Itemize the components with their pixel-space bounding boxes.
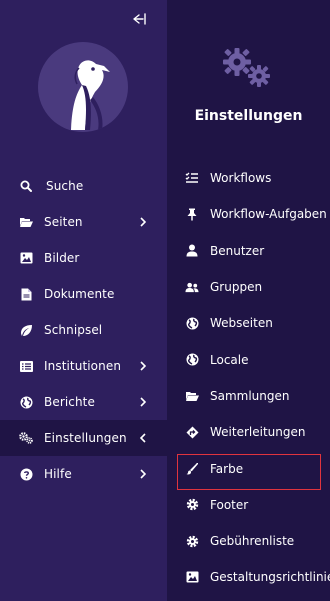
cog-icon <box>185 498 199 512</box>
submenu-item-label: Gruppen <box>210 280 263 295</box>
sidebar-item-label: Hilfe <box>44 467 72 481</box>
chevron-right-icon <box>138 468 148 480</box>
submenu-item-footer[interactable]: Footer <box>167 487 330 523</box>
submenu-item-workflow-aufgaben[interactable]: Workflow-Aufgaben <box>167 196 330 232</box>
document-icon <box>19 287 33 301</box>
submenu-item-label: Farbe <box>210 461 244 476</box>
globe-icon <box>185 353 199 367</box>
submenu-item-locale[interactable]: Locale <box>167 341 330 377</box>
chevron-right-icon <box>138 396 148 408</box>
main-nav: Suche Seiten Bilder Dokumente Schnipsel … <box>0 168 167 492</box>
sidebar-item-berichte[interactable]: Berichte <box>0 384 167 420</box>
submenu-item-benutzer[interactable]: Benutzer <box>167 233 330 269</box>
submenu-item-webseiten[interactable]: Webseiten <box>167 305 330 341</box>
sidebar-item-label: Institutionen <box>44 359 122 373</box>
sidebar-item-label: Einstellungen <box>44 431 127 445</box>
sidebar-item-label: Bilder <box>44 251 80 265</box>
globe-icon <box>19 395 33 409</box>
help-icon <box>19 467 33 481</box>
settings-submenu-list: Workflows Workflow-Aufgaben Benutzer Gru… <box>167 160 330 596</box>
collapse-sidebar-button[interactable] <box>128 10 150 28</box>
search-icon <box>19 179 33 193</box>
sidebar-item-label: Suche <box>46 179 84 193</box>
cogs-icon <box>19 431 33 445</box>
sidebar-item-einstellungen[interactable]: Einstellungen <box>0 420 167 456</box>
brush-icon <box>185 462 199 476</box>
submenu-item-label: Sammlungen <box>210 388 290 403</box>
chevron-right-icon <box>138 216 148 228</box>
submenu-item-gestaltungsrichtlinie[interactable]: Gestaltungsrichtlinie <box>167 559 330 595</box>
sidebar-item-bilder[interactable]: Bilder <box>0 240 167 276</box>
submenu-item-workflows[interactable]: Workflows <box>167 160 330 196</box>
bird-logo-icon <box>71 60 110 130</box>
pin-icon <box>185 207 199 221</box>
submenu-item-label: Workflows <box>210 171 272 186</box>
sidebar-item-label: Berichte <box>44 395 95 409</box>
leaf-icon <box>19 323 33 337</box>
sidebar: Suche Seiten Bilder Dokumente Schnipsel … <box>0 0 167 601</box>
list-icon <box>19 359 33 373</box>
image-icon <box>185 570 199 584</box>
submenu-item-label: Gebührenliste <box>210 534 295 549</box>
image-icon <box>19 251 33 265</box>
cog-icon <box>185 534 199 548</box>
settings-submenu: Einstellungen Workflows Workflow-Aufgabe… <box>167 0 330 601</box>
submenu-item-label: Weiterleitungen <box>210 425 306 440</box>
sidebar-item-seiten[interactable]: Seiten <box>0 204 167 240</box>
chevron-right-icon <box>138 360 148 372</box>
sidebar-item-label: Seiten <box>44 215 83 229</box>
collapse-icon <box>133 13 146 25</box>
submenu-item-label: Benutzer <box>210 243 265 258</box>
sidebar-item-hilfe[interactable]: Hilfe <box>0 456 167 492</box>
globe-icon <box>185 316 199 330</box>
logo[interactable] <box>38 42 128 132</box>
folder-open-icon <box>19 215 33 229</box>
panel-title: Einstellungen <box>194 108 303 124</box>
folder-open-icon <box>185 389 199 403</box>
sidebar-item-label: Dokumente <box>44 287 115 301</box>
submenu-item-farbe[interactable]: Farbe <box>167 450 330 486</box>
chevron-left-icon <box>138 432 148 444</box>
submenu-item-sammlungen[interactable]: Sammlungen <box>167 378 330 414</box>
submenu-item-label: Footer <box>210 497 249 512</box>
submenu-item-label: Workflow-Aufgaben <box>210 207 327 222</box>
user-icon <box>185 244 199 258</box>
group-icon <box>185 280 199 294</box>
submenu-item-label: Webseiten <box>210 316 273 331</box>
sidebar-item-institutionen[interactable]: Institutionen <box>0 348 167 384</box>
sidebar-item-suche[interactable]: Suche <box>0 168 167 204</box>
workflows-icon <box>185 171 199 185</box>
redirect-icon <box>185 425 199 439</box>
submenu-item-gebuehrenliste[interactable]: Gebührenliste <box>167 523 330 559</box>
sidebar-item-label: Schnipsel <box>44 323 103 337</box>
submenu-item-label: Locale <box>210 352 249 367</box>
sidebar-item-dokumente[interactable]: Dokumente <box>0 276 167 312</box>
sidebar-item-schnipsel[interactable]: Schnipsel <box>0 312 167 348</box>
submenu-item-weiterleitungen[interactable]: Weiterleitungen <box>167 414 330 450</box>
submenu-item-gruppen[interactable]: Gruppen <box>167 269 330 305</box>
submenu-item-label: Gestaltungsrichtlinie <box>210 570 330 585</box>
cogs-icon <box>219 44 275 92</box>
